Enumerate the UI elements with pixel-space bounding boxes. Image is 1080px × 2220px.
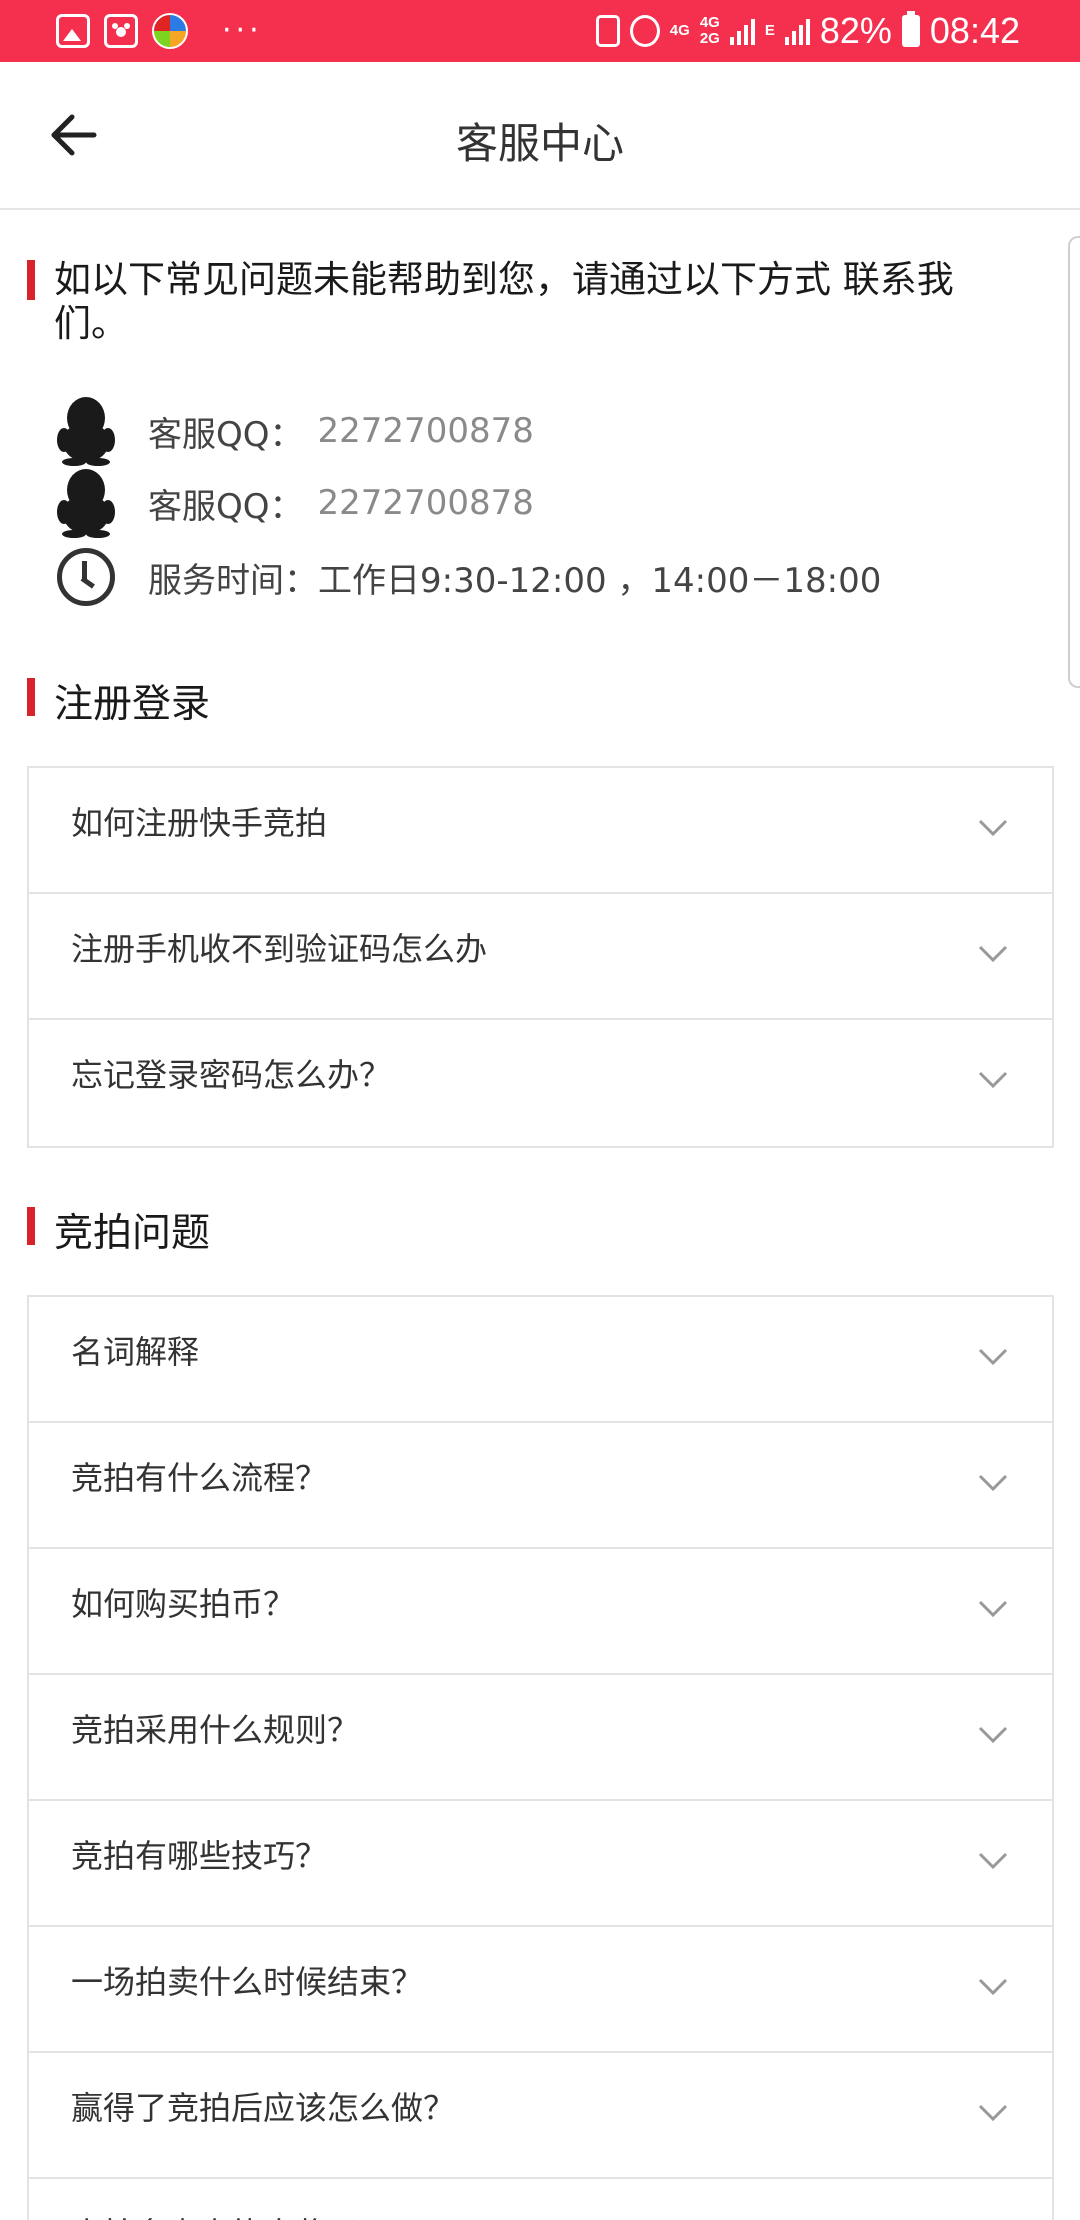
faq-question: 如何购买拍币？	[71, 1585, 296, 1623]
chevron-down-icon	[978, 1978, 1008, 1996]
signal-icon	[729, 17, 755, 45]
faq-item[interactable]: 如何注册快手竞拍	[29, 768, 1052, 894]
faq-question: 如何注册快手竞拍	[71, 804, 328, 842]
faq-question: 名词解释	[71, 1333, 200, 1371]
chevron-down-icon	[978, 1348, 1008, 1366]
faq-question: 一场拍卖什么时候结束？	[71, 1963, 424, 2001]
alarm-icon	[629, 15, 660, 47]
section-accent-bar	[27, 260, 35, 300]
battery-icon	[901, 11, 920, 47]
contact-value[interactable]: 2272700878	[318, 483, 534, 523]
gallery-icon	[56, 14, 90, 48]
network-type-3: E	[764, 22, 775, 39]
ball-app-icon	[152, 13, 188, 49]
faq-question: 竞拍采用什么规则？	[71, 1711, 360, 1749]
faq-list-register: 如何注册快手竞拍 注册手机收不到验证码怎么办 忘记登录密码怎么办？	[27, 766, 1054, 1148]
chevron-down-icon	[978, 2104, 1008, 2122]
scroll-indicator	[1068, 236, 1080, 688]
faq-item[interactable]: 忘记登录密码怎么办？	[29, 1020, 1052, 1146]
faq-item[interactable]: 一场拍卖什么时候结束？	[29, 1927, 1052, 2053]
network-type-2a: 4G	[699, 14, 720, 31]
service-hours: 服务时间：工作日9:30-12:00 ，14:00－18:00	[54, 542, 881, 612]
chevron-down-icon	[978, 945, 1008, 963]
contact-qq-1[interactable]: 客服QQ： 2272700878	[54, 396, 534, 466]
chevron-down-icon	[978, 1071, 1008, 1089]
faq-item[interactable]: 注册手机收不到验证码怎么办	[29, 894, 1052, 1020]
chevron-down-icon	[978, 1474, 1008, 1492]
chevron-down-icon	[978, 1600, 1008, 1618]
more-dots-icon: ···	[222, 13, 263, 48]
faq-question: 赢得了竞拍后应该怎么做？	[71, 2089, 456, 2127]
page-title: 客服中心	[455, 119, 624, 168]
section-accent-bar	[27, 1207, 35, 1245]
faq-question: 忘记登录密码怎么办？	[71, 1056, 392, 1094]
contact-qq-2[interactable]: 客服QQ： 2272700878	[54, 468, 534, 538]
clock-time: 08:42	[929, 10, 1020, 51]
contact-value[interactable]: 2272700878	[318, 411, 534, 451]
faq-item[interactable]: 竞拍有哪些技巧？	[29, 1801, 1052, 1927]
network-type-2: 4G 2G	[700, 15, 720, 47]
chevron-down-icon	[978, 819, 1008, 837]
faq-question: 竞拍有什么流程？	[71, 1459, 328, 1497]
faq-item[interactable]: 竞拍采用什么规则？	[29, 1675, 1052, 1801]
signal-icon-2	[784, 17, 810, 45]
faq-question: 竞拍有哪些技巧？	[71, 1837, 328, 1875]
status-bar: ··· 4G 4G 2G E 82% 08:42	[0, 0, 1080, 62]
qq-penguin-icon	[57, 397, 115, 466]
faq-question: 竞拍多少次能中奖吗	[71, 2209, 359, 2220]
battery-saver-icon	[595, 15, 620, 47]
battery-percent: 82%	[819, 10, 892, 51]
contact-label: 客服QQ：	[148, 414, 304, 455]
status-left-icons: ···	[56, 12, 263, 50]
network-type-1: 4G	[669, 22, 690, 39]
faq-item[interactable]: 竞拍多少次能中奖吗	[29, 2179, 1052, 2220]
baidu-paw-icon	[104, 14, 138, 48]
section-accent-bar	[27, 678, 35, 716]
service-hours-text: 服务时间：工作日9:30-12:00 ，14:00－18:00	[148, 560, 882, 601]
faq-item[interactable]: 竞拍有什么流程？	[29, 1423, 1052, 1549]
contact-label: 客服QQ：	[148, 486, 304, 527]
clock-icon	[57, 548, 115, 606]
chevron-down-icon	[978, 1852, 1008, 1870]
qq-penguin-icon	[57, 469, 115, 538]
section-title-register: 注册登录	[54, 682, 211, 727]
faq-item[interactable]: 名词解释	[29, 1297, 1052, 1423]
faq-question: 注册手机收不到验证码怎么办	[71, 930, 488, 968]
faq-list-auction: 名词解释 竞拍有什么流程？ 如何购买拍币？ 竞拍采用什么规则？ 竞拍有哪些技巧？…	[27, 1295, 1054, 2220]
app-header: 客服中心	[0, 62, 1080, 210]
status-right: 4G 4G 2G E 82% 08:42	[595, 8, 1020, 54]
faq-item[interactable]: 赢得了竞拍后应该怎么做？	[29, 2053, 1052, 2179]
faq-item[interactable]: 如何购买拍币？	[29, 1549, 1052, 1675]
chevron-down-icon	[978, 1726, 1008, 1744]
section-title-auction: 竞拍问题	[54, 1211, 211, 1256]
network-type-2b: 2G	[699, 30, 720, 47]
contact-intro-text: 如以下常见问题未能帮助到您，请通过以下方式 联系我们。	[54, 258, 954, 345]
